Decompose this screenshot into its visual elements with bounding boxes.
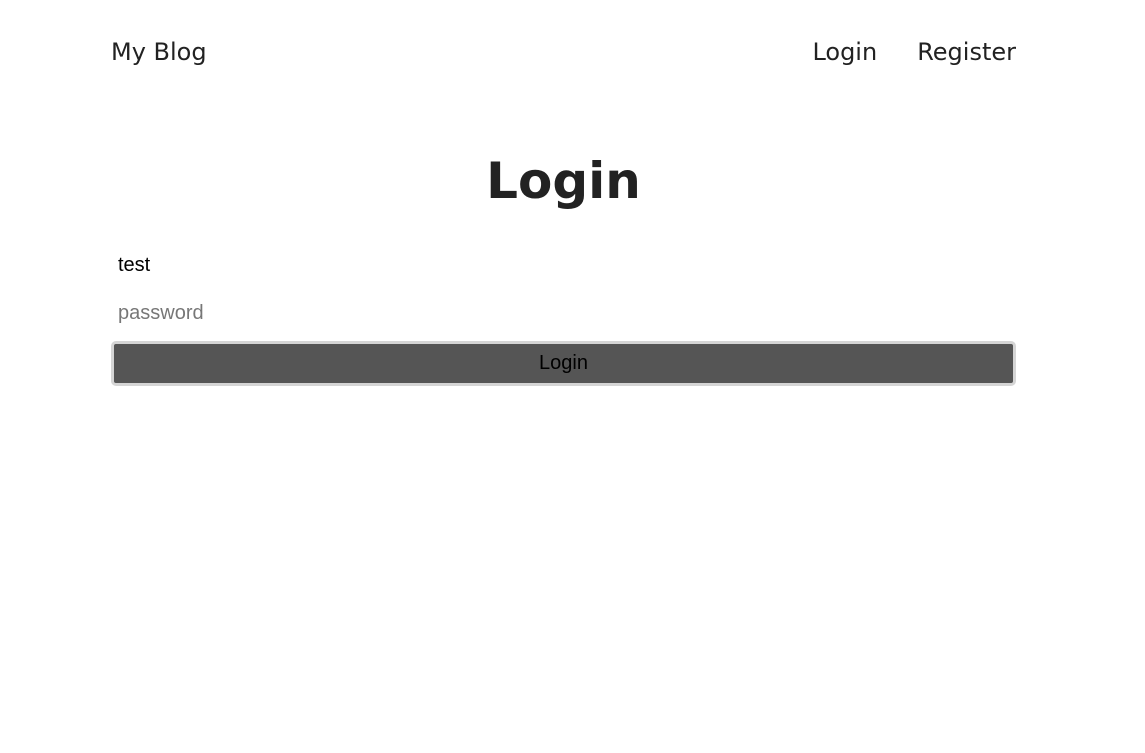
login-submit-button[interactable]: Login: [111, 341, 1016, 386]
site-header: My Blog Login Register: [111, 0, 1016, 106]
page-title: Login: [486, 152, 641, 210]
password-input[interactable]: [111, 293, 1016, 333]
top-nav: Login Register: [812, 36, 1016, 68]
nav-login-link[interactable]: Login: [812, 36, 877, 68]
username-input[interactable]: [111, 245, 1016, 285]
nav-register-link[interactable]: Register: [917, 36, 1016, 68]
site-brand-link[interactable]: My Blog: [111, 36, 207, 68]
page-container: My Blog Login Register Login Login: [111, 0, 1016, 386]
login-form: Login: [111, 245, 1016, 386]
